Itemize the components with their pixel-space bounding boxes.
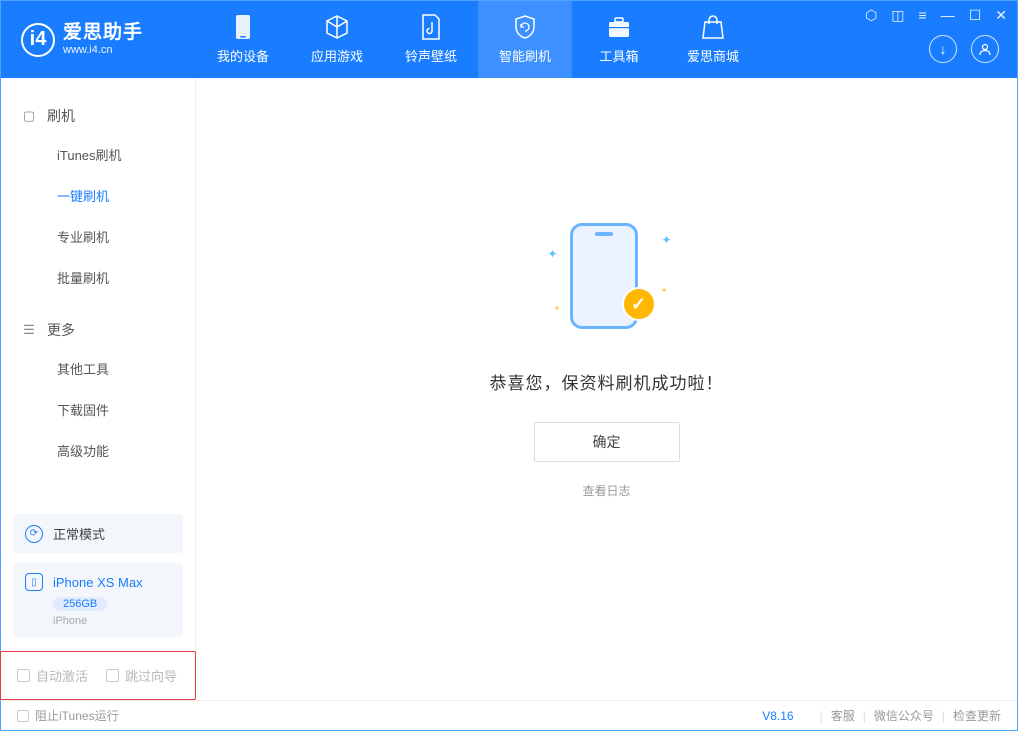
mode-label: 正常模式 bbox=[53, 524, 105, 543]
checkbox-icon bbox=[17, 710, 29, 722]
tab-label: 我的设备 bbox=[217, 46, 269, 65]
customer-service-link[interactable]: 客服 bbox=[831, 707, 855, 724]
checkbox-label: 跳过向导 bbox=[125, 666, 177, 685]
device-storage-badge: 256GB bbox=[53, 597, 107, 611]
app-title: 爱思助手 bbox=[63, 23, 143, 44]
nav-tabs: 我的设备 应用游戏 铃声壁纸 智能刷机 工具箱 爱思商城 bbox=[196, 1, 760, 78]
tab-label: 工具箱 bbox=[599, 46, 638, 65]
sparkle-icon: ✦ bbox=[548, 247, 558, 261]
checkbox-auto-activate[interactable]: 自动激活 bbox=[17, 666, 88, 685]
footer-left: 阻止iTunes运行 bbox=[17, 707, 119, 724]
download-icon[interactable]: ↓ bbox=[929, 35, 957, 63]
sidebar-item-pro-flash[interactable]: 专业刷机 bbox=[1, 216, 195, 257]
cube-icon bbox=[324, 14, 350, 40]
tab-label: 应用游戏 bbox=[311, 46, 363, 65]
phone-icon: ▢ bbox=[21, 108, 37, 124]
sparkle-icon: ✦ bbox=[661, 233, 671, 247]
tab-smart-flash[interactable]: 智能刷机 bbox=[478, 1, 572, 78]
group-flash: ▢ 刷机 bbox=[1, 98, 195, 134]
sidebar-item-advanced[interactable]: 高级功能 bbox=[1, 430, 195, 471]
list-icon: ☰ bbox=[21, 322, 37, 338]
wechat-link[interactable]: 微信公众号 bbox=[874, 707, 934, 724]
sidebar-item-download-firmware[interactable]: 下载固件 bbox=[1, 389, 195, 430]
user-icon[interactable] bbox=[971, 35, 999, 63]
group-title: 更多 bbox=[47, 320, 75, 340]
mode-normal-icon: ⟳ bbox=[25, 525, 43, 543]
device-type: iPhone bbox=[53, 615, 171, 627]
success-illustration: ✦ ✦ ✦ ✦ ✓ bbox=[552, 219, 662, 339]
tab-label: 铃声壁纸 bbox=[405, 46, 457, 65]
feedback-icon[interactable]: ◫ bbox=[891, 7, 904, 24]
sidebar-item-batch-flash[interactable]: 批量刷机 bbox=[1, 257, 195, 298]
group-title: 刷机 bbox=[47, 106, 75, 126]
music-file-icon bbox=[418, 14, 444, 40]
app-subtitle: www.i4.cn bbox=[63, 44, 143, 56]
device-card[interactable]: ▯ iPhone XS Max 256GB iPhone bbox=[13, 563, 183, 637]
sparkle-icon: ✦ bbox=[661, 286, 668, 295]
body: ▢ 刷机 iTunes刷机 一键刷机 专业刷机 批量刷机 ☰ 更多 其他工具 下… bbox=[1, 78, 1017, 700]
tab-apps-games[interactable]: 应用游戏 bbox=[290, 1, 384, 78]
menu-icon[interactable]: ≡ bbox=[919, 7, 927, 24]
toolbox-icon bbox=[606, 14, 632, 40]
header: i4 爱思助手 www.i4.cn 我的设备 应用游戏 铃声壁纸 智能刷机 工具… bbox=[1, 1, 1017, 78]
tab-label: 爱思商城 bbox=[687, 46, 739, 65]
view-log-link[interactable]: 查看日志 bbox=[582, 482, 630, 499]
checkbox-icon bbox=[106, 669, 119, 682]
flash-options-highlighted: 自动激活 跳过向导 bbox=[0, 651, 196, 700]
tab-store[interactable]: 爱思商城 bbox=[666, 1, 760, 78]
check-update-link[interactable]: 检查更新 bbox=[953, 707, 1001, 724]
sidebar: ▢ 刷机 iTunes刷机 一键刷机 专业刷机 批量刷机 ☰ 更多 其他工具 下… bbox=[1, 78, 196, 700]
header-right-icons: ↓ bbox=[929, 35, 999, 63]
tab-toolbox[interactable]: 工具箱 bbox=[572, 1, 666, 78]
tab-label: 智能刷机 bbox=[499, 46, 551, 65]
checkbox-label: 自动激活 bbox=[36, 666, 88, 685]
sparkle-icon: ✦ bbox=[554, 304, 561, 313]
device-icon bbox=[230, 14, 256, 40]
footer: 阻止iTunes运行 V8.16 | 客服 | 微信公众号 | 检查更新 bbox=[1, 700, 1017, 730]
mode-card[interactable]: ⟳ 正常模式 bbox=[13, 514, 183, 553]
close-button[interactable]: ✕ bbox=[995, 7, 1007, 24]
checkbox-icon bbox=[17, 669, 30, 682]
device-name: iPhone XS Max bbox=[53, 575, 143, 590]
group-more: ☰ 更多 bbox=[1, 312, 195, 348]
tab-ringtones-wallpapers[interactable]: 铃声壁纸 bbox=[384, 1, 478, 78]
main-content: ✦ ✦ ✦ ✦ ✓ 恭喜您，保资料刷机成功啦！ 确定 查看日志 bbox=[196, 78, 1017, 700]
device-phone-icon: ▯ bbox=[25, 573, 43, 591]
checkmark-badge-icon: ✓ bbox=[622, 287, 656, 321]
checkbox-label: 阻止iTunes运行 bbox=[35, 707, 119, 724]
shopping-bag-icon bbox=[700, 14, 726, 40]
sidebar-item-other-tools[interactable]: 其他工具 bbox=[1, 348, 195, 389]
logo-text: 爱思助手 www.i4.cn bbox=[63, 23, 143, 56]
minimize-button[interactable]: — bbox=[941, 7, 955, 24]
sidebar-bottom: ⟳ 正常模式 ▯ iPhone XS Max 256GB iPhone bbox=[1, 514, 195, 651]
logo-icon: i4 bbox=[21, 23, 55, 57]
shield-refresh-icon bbox=[512, 14, 538, 40]
checkbox-block-itunes[interactable]: 阻止iTunes运行 bbox=[17, 707, 119, 724]
sidebar-item-itunes-flash[interactable]: iTunes刷机 bbox=[1, 134, 195, 175]
tshirt-icon[interactable]: ⬡ bbox=[865, 7, 877, 24]
footer-right: V8.16 | 客服 | 微信公众号 | 检查更新 bbox=[762, 707, 1001, 724]
version-label: V8.16 bbox=[762, 709, 793, 723]
checkbox-skip-wizard[interactable]: 跳过向导 bbox=[106, 666, 177, 685]
window-controls: ⬡ ◫ ≡ — ☐ ✕ bbox=[865, 7, 1007, 24]
tab-my-device[interactable]: 我的设备 bbox=[196, 1, 290, 78]
maximize-button[interactable]: ☐ bbox=[969, 7, 982, 24]
success-message: 恭喜您，保资料刷机成功啦！ bbox=[490, 369, 724, 394]
logo-area: i4 爱思助手 www.i4.cn bbox=[1, 23, 196, 57]
confirm-button[interactable]: 确定 bbox=[534, 422, 680, 462]
sidebar-menu: ▢ 刷机 iTunes刷机 一键刷机 专业刷机 批量刷机 ☰ 更多 其他工具 下… bbox=[1, 78, 195, 514]
sidebar-item-one-click-flash[interactable]: 一键刷机 bbox=[1, 175, 195, 216]
